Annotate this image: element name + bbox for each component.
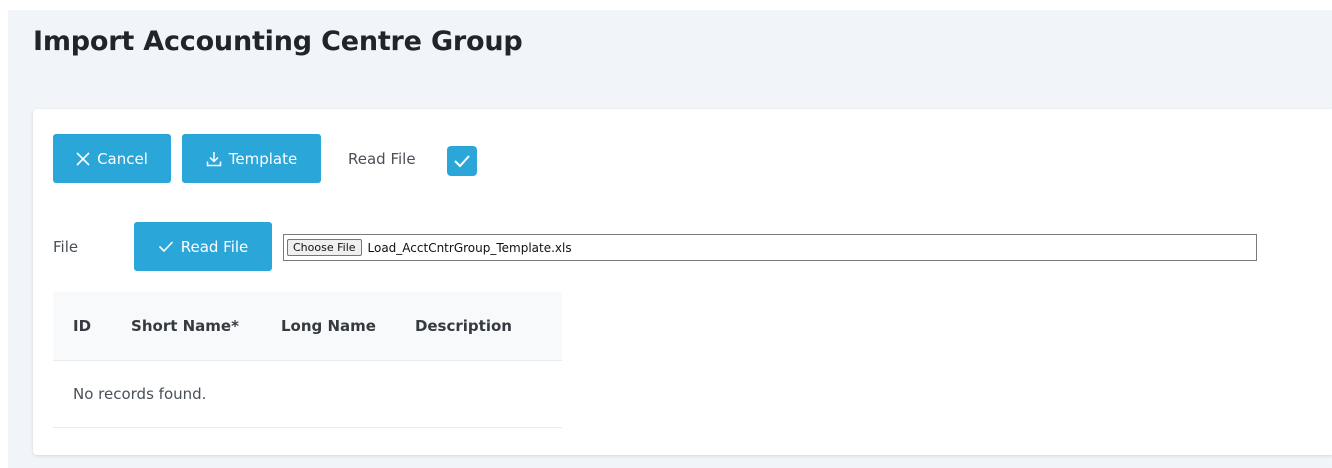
column-header-short-name[interactable]: Short Name* (131, 317, 239, 335)
page-title: Import Accounting Centre Group (33, 26, 523, 57)
chosen-file-name: Load_AcctCntrGroup_Template.xls (367, 240, 572, 255)
read-file-button[interactable]: Read File (134, 222, 272, 271)
table-header: ID Short Name* Long Name Description (53, 292, 562, 361)
empty-message: No records found. (53, 361, 562, 428)
file-input[interactable]: Choose File Load_AcctCntrGroup_Template.… (283, 234, 1257, 261)
read-file-checkbox[interactable] (447, 146, 477, 176)
column-header-id[interactable]: ID (73, 317, 91, 335)
cancel-button-label: Cancel (97, 149, 148, 168)
records-table: ID Short Name* Long Name Description No … (53, 292, 562, 428)
file-label: File (53, 238, 79, 256)
read-file-label: Read File (348, 150, 416, 168)
template-button-label: Template (228, 149, 298, 168)
import-card: Cancel Template Read File File Read File… (33, 109, 1332, 455)
column-header-description[interactable]: Description (415, 317, 512, 335)
close-icon (76, 151, 90, 166)
read-file-button-label: Read File (180, 237, 249, 256)
column-header-long-name[interactable]: Long Name (281, 317, 376, 335)
cancel-button[interactable]: Cancel (53, 134, 171, 183)
choose-file-button[interactable]: Choose File (287, 239, 362, 256)
checkmark-icon (454, 155, 470, 168)
download-icon (206, 151, 222, 167)
check-icon (158, 240, 174, 253)
template-button[interactable]: Template (182, 134, 321, 183)
